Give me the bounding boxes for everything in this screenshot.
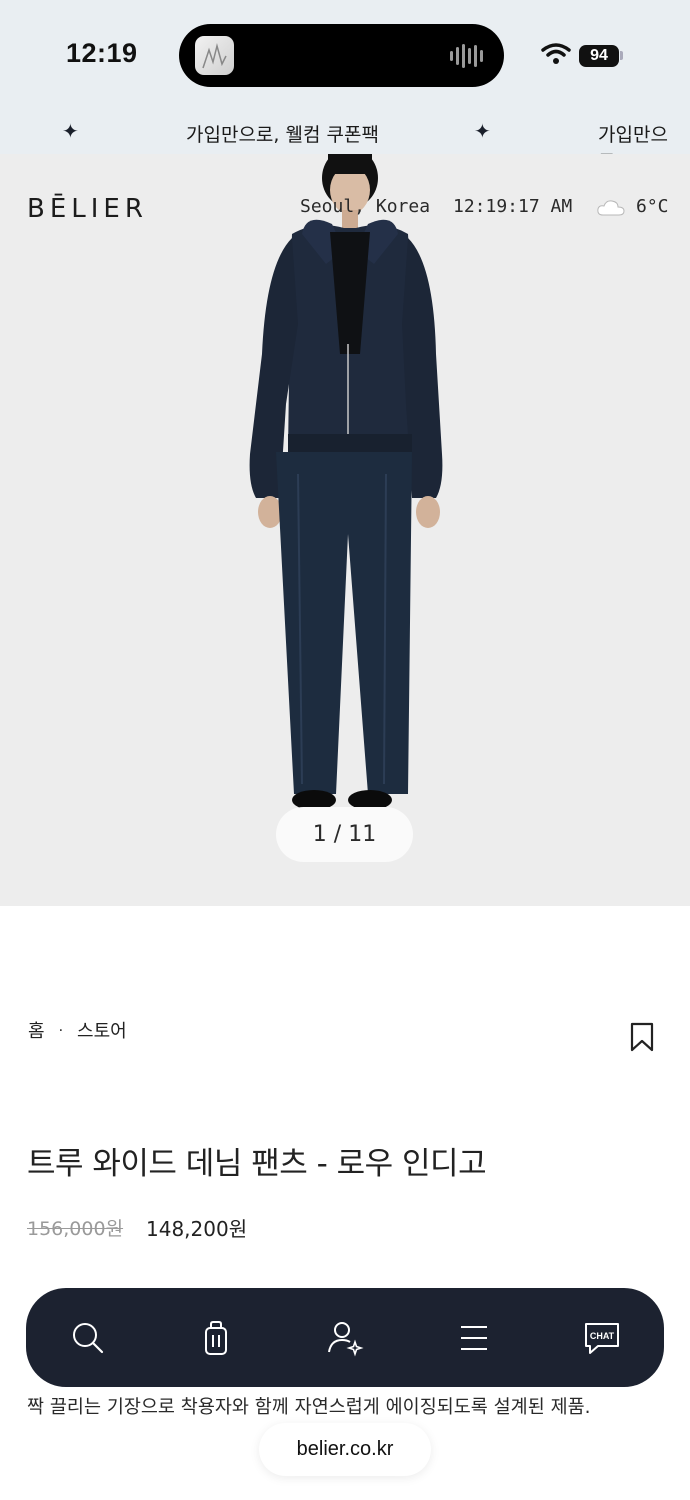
sale-price: 148,200원 — [146, 1217, 248, 1241]
battery-indicator: 94 — [579, 45, 619, 67]
product-photo — [249, 154, 443, 810]
status-time: 12:19 — [66, 38, 138, 68]
temperature-text: 6°C — [636, 196, 669, 217]
dynamic-island[interactable] — [179, 24, 504, 87]
now-playing-thumbnail — [195, 36, 234, 75]
breadcrumb: 홈 · 스토어 — [28, 1017, 127, 1043]
bag-icon[interactable] — [196, 1318, 236, 1358]
chat-button[interactable]: CHAT — [582, 1318, 622, 1358]
audio-waveform-icon — [450, 44, 483, 68]
bottom-navigation: CHAT — [26, 1288, 664, 1387]
battery-tip — [620, 51, 623, 60]
sparkle-icon: ✦ — [62, 121, 79, 143]
breadcrumb-separator: · — [58, 1023, 64, 1039]
promo-text-repeat: 가입만으로, — [598, 124, 668, 154]
chat-label: CHAT — [590, 1331, 615, 1341]
status-bar: 12:19 94 — [0, 0, 690, 110]
promo-marquee[interactable]: ✦ 가입만으로, 웰컴 쿠폰팩 ✦ 가입만으로, — [0, 110, 690, 154]
bookmark-icon[interactable] — [629, 1022, 655, 1052]
search-icon[interactable] — [68, 1318, 108, 1358]
menu-icon[interactable] — [454, 1318, 494, 1358]
breadcrumb-home[interactable]: 홈 — [28, 1021, 45, 1042]
location-text: Seoul, Korea — [300, 196, 431, 217]
image-counter: 1 / 11 — [276, 807, 413, 862]
cloud-icon — [597, 200, 625, 216]
product-image-gallery[interactable]: BĒLIER Seoul, Korea 12:19:17 AM 6°C 1 / … — [0, 154, 690, 906]
product-description-line: 짝 끌리는 기장으로 착용자와 함께 자연스럽게 에이징되도록 설계된 제품. — [27, 1397, 591, 1418]
sparkle-icon: ✦ — [474, 121, 491, 143]
product-title: 트루 와이드 데님 팬츠 - 로우 인디고 — [27, 1146, 487, 1182]
clock-text: 12:19:17 AM — [453, 196, 573, 217]
wifi-icon — [541, 43, 571, 64]
promo-text: 가입만으로, 웰컴 쿠폰팩 — [186, 124, 379, 146]
account-icon[interactable] — [325, 1318, 365, 1358]
original-price: 156,000원 — [27, 1218, 124, 1240]
breadcrumb-store[interactable]: 스토어 — [77, 1021, 127, 1042]
chat-bubble-icon: CHAT — [585, 1323, 619, 1354]
brand-logo[interactable]: BĒLIER — [27, 194, 148, 224]
browser-url-bar[interactable]: belier.co.kr — [259, 1423, 431, 1476]
